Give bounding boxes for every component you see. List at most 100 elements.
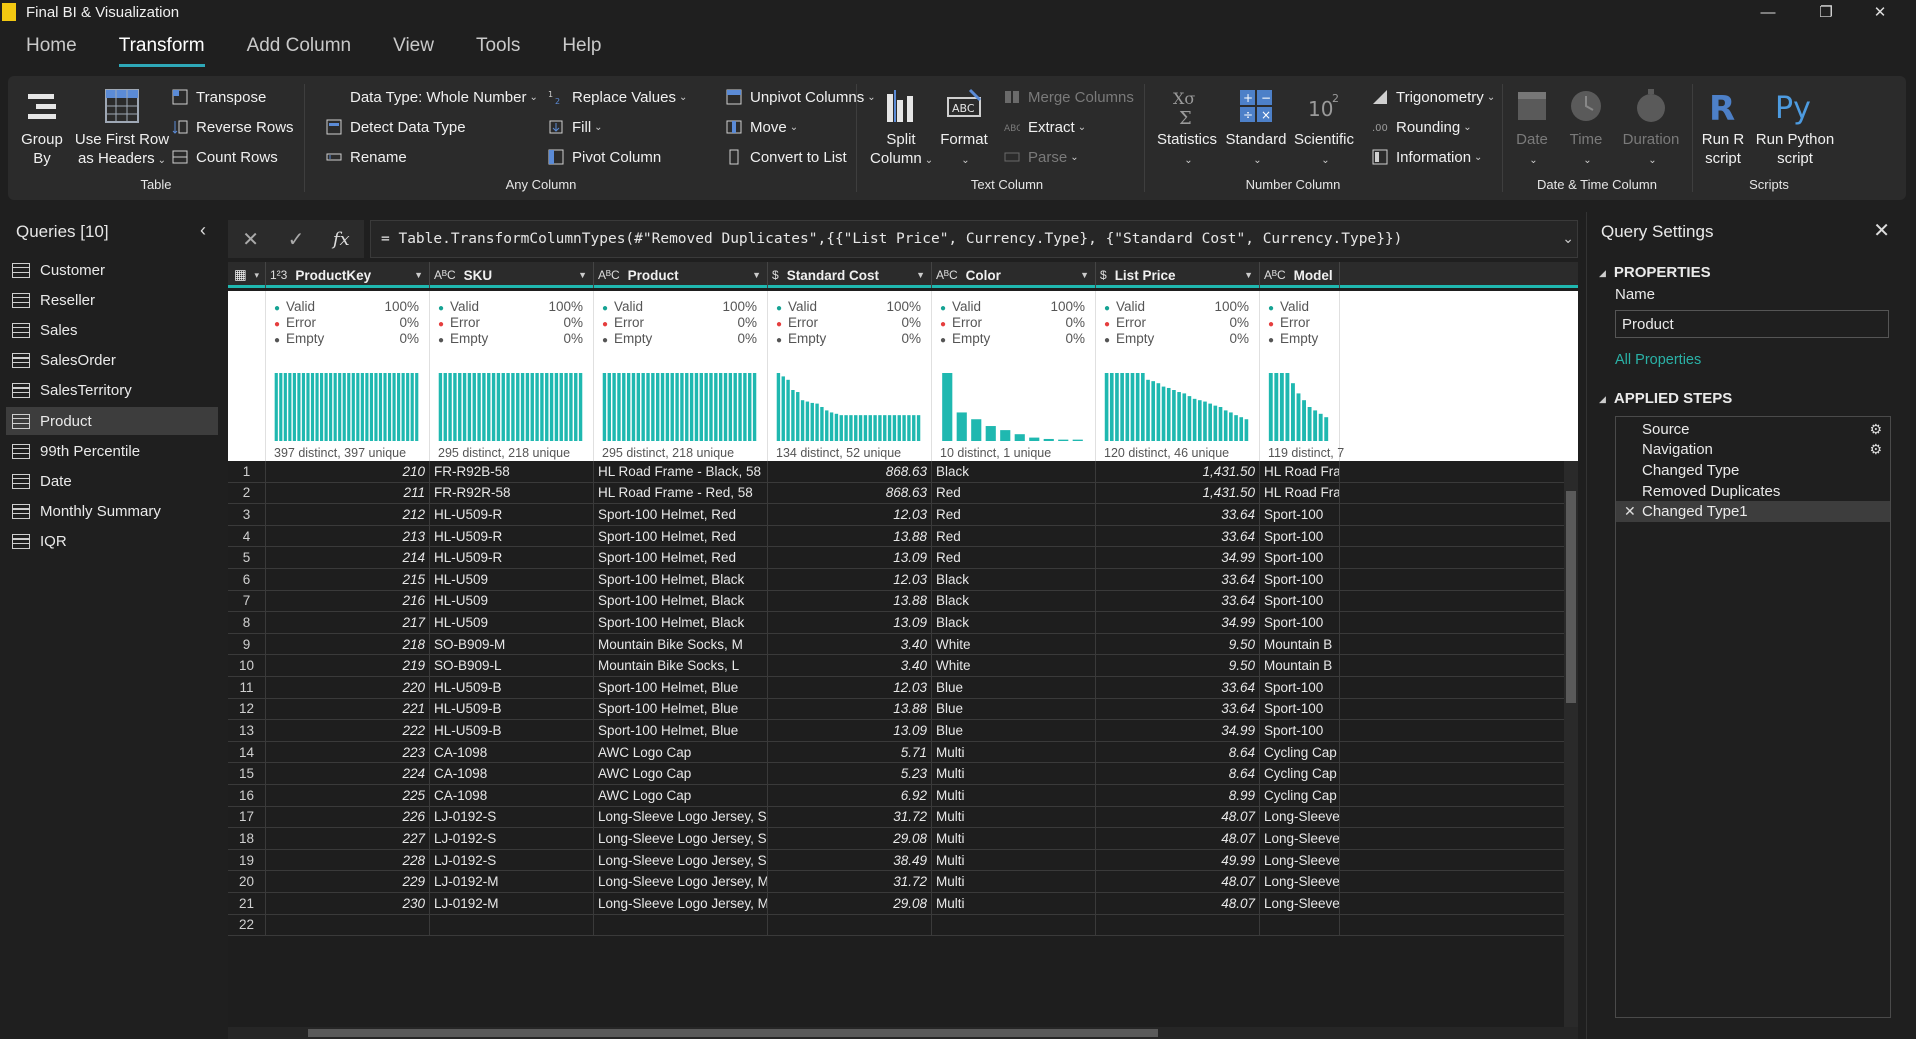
table-cell[interactable]: Sport-100 Helmet, Blue	[594, 677, 768, 698]
count-rows-button[interactable]: Count Rows	[172, 146, 278, 168]
table-cell[interactable]: 216	[266, 590, 430, 612]
table-cell[interactable]: 33.64	[1096, 569, 1260, 590]
table-cell[interactable]: CA-1098	[430, 763, 594, 784]
table-cell[interactable]: Red	[932, 525, 1096, 547]
table-cell[interactable]: 31.72	[768, 871, 932, 892]
table-cell[interactable]: Multi	[932, 741, 1096, 763]
query-item[interactable]: Customer	[6, 256, 218, 284]
table-cell[interactable]: 213	[266, 525, 430, 547]
query-item[interactable]: 99th Percentile	[6, 437, 218, 465]
table-cell[interactable]: 13.88	[768, 698, 932, 720]
table-cell[interactable]: 13.88	[768, 590, 932, 612]
horizontal-scrollbar[interactable]	[228, 1027, 1578, 1039]
table-row[interactable]: 5 214 HL-U509-R Sport-100 Helmet, Red 13.09 R…	[228, 547, 1578, 569]
table-cell[interactable]: 221	[266, 698, 430, 720]
column-filter-icon[interactable]: ▼	[1244, 270, 1253, 280]
table-cell[interactable]: Red	[932, 482, 1096, 504]
table-cell[interactable]: 48.07	[1096, 828, 1260, 849]
table-cell[interactable]: FR-R92R-58	[430, 482, 594, 504]
table-cell[interactable]: Long-Sleeve Logo Jersey, M	[594, 893, 768, 914]
convert-to-list-button[interactable]: Convert to List	[726, 146, 847, 168]
table-row[interactable]: 11 220 HL-U509-B Sport-100 Helmet, Blue 12.0…	[228, 677, 1578, 699]
table-cell[interactable]: Sport-100	[1260, 677, 1340, 698]
applied-step[interactable]: Source ⚙	[1616, 419, 1890, 440]
statistics-button[interactable]: Xσ Σ Statistics ⌄	[1154, 86, 1220, 170]
table-cell[interactable]: Black	[932, 590, 1096, 612]
column-header[interactable]: $ Standard Cost ▼	[768, 262, 932, 288]
table-cell[interactable]: Mountain Bike Socks, M	[594, 633, 768, 655]
table-cell[interactable]: SO-B909-L	[430, 655, 594, 676]
table-cell[interactable]: AWC Logo Cap	[594, 785, 768, 806]
scientific-button[interactable]: 10 2 Scientific ⌄	[1292, 86, 1356, 170]
format-button[interactable]: ABC Format ⌄	[936, 86, 992, 170]
table-cell[interactable]: Multi	[932, 763, 1096, 784]
tab-home[interactable]: Home	[26, 35, 77, 61]
table-cell[interactable]: LJ-0192-M	[430, 893, 594, 914]
table-cell[interactable]: Sport-100 Helmet, Black	[594, 569, 768, 590]
table-cell[interactable]: HL-U509-R	[430, 547, 594, 568]
table-cell[interactable]: 6.92	[768, 785, 932, 806]
use-first-row-button[interactable]: Use First Row as Headers ⌄	[70, 86, 174, 170]
table-cell[interactable]: 34.99	[1096, 720, 1260, 741]
table-cell[interactable]: Sport-100	[1260, 720, 1340, 741]
table-cell[interactable]: 8.64	[1096, 763, 1260, 784]
query-item[interactable]: Monthly Summary	[6, 498, 218, 526]
rename-button[interactable]: Rename	[326, 146, 407, 168]
table-cell[interactable]: 211	[266, 482, 430, 504]
table-cell[interactable]: Multi	[932, 785, 1096, 806]
table-cell[interactable]: 228	[266, 849, 430, 871]
table-cell[interactable]: 230	[266, 893, 430, 914]
rounding-button[interactable]: .00 Rounding ⌄	[1372, 116, 1472, 138]
table-row[interactable]: 12 221 HL-U509-B Sport-100 Helmet, Blue 13.8…	[228, 698, 1578, 721]
expand-formula-icon[interactable]: ⌄	[1562, 230, 1574, 247]
table-cell[interactable]: 5.71	[768, 741, 932, 763]
formula-input[interactable]: = Table.TransformColumnTypes(#"Removed D…	[370, 220, 1578, 258]
table-cell[interactable]: 5.23	[768, 763, 932, 784]
table-cell[interactable]: Blue	[932, 677, 1096, 698]
data-type-icon[interactable]: $	[772, 268, 779, 282]
column-header[interactable]: $ List Price ▼	[1096, 262, 1260, 288]
column-header[interactable]: AᴮC SKU ▼	[430, 262, 594, 288]
table-cell[interactable]: HL Road Frame - Red, 58	[594, 482, 768, 504]
query-item[interactable]: SalesTerritory	[6, 377, 218, 405]
table-cell[interactable]: 12.03	[768, 569, 932, 590]
table-cell[interactable]: 223	[266, 741, 430, 763]
minimize-button[interactable]: —	[1748, 0, 1788, 24]
run-python-script-button[interactable]: Py Run Python script	[1750, 86, 1840, 168]
table-cell[interactable]: 48.07	[1096, 806, 1260, 828]
applied-step[interactable]: ✕ Changed Type1	[1616, 501, 1890, 522]
table-cell[interactable]: Sport-100	[1260, 590, 1340, 612]
replace-values-button[interactable]: 12 Replace Values ⌄	[548, 86, 687, 108]
table-cell[interactable]: 868.63	[768, 461, 932, 482]
table-cell[interactable]: 214	[266, 547, 430, 568]
table-cell[interactable]: HL-U509-B	[430, 698, 594, 720]
table-row[interactable]: 1 210 FR-R92B-58 HL Road Frame - Black, 58 8…	[228, 461, 1578, 483]
trigonometry-button[interactable]: Trigonometry ⌄	[1372, 86, 1495, 108]
data-type-icon[interactable]: AᴮC	[598, 268, 620, 282]
merge-columns-button[interactable]: Merge Columns	[1004, 86, 1134, 108]
table-row[interactable]: 22	[228, 914, 1578, 937]
close-window-button[interactable]: ✕	[1860, 0, 1900, 24]
table-row[interactable]: 9 218 SO-B909-M Mountain Bike Socks, M 3.40 W…	[228, 633, 1578, 656]
table-cell[interactable]: LJ-0192-S	[430, 806, 594, 828]
close-icon[interactable]: ✕	[1873, 218, 1890, 243]
table-cell[interactable]: Blue	[932, 720, 1096, 741]
table-cell[interactable]: HL-U509	[430, 569, 594, 590]
table-cell[interactable]: Long-Sleeve	[1260, 806, 1340, 828]
table-cell[interactable]: 210	[266, 461, 430, 482]
table-cell[interactable]: 9.50	[1096, 633, 1260, 655]
table-cell[interactable]: 9.50	[1096, 655, 1260, 676]
table-cell[interactable]	[1260, 914, 1340, 936]
query-item[interactable]: IQR	[6, 528, 218, 556]
table-cell[interactable]: 34.99	[1096, 612, 1260, 633]
table-cell[interactable]: Sport-100 Helmet, Red	[594, 504, 768, 525]
table-cell[interactable]: Red	[932, 547, 1096, 568]
tab-help[interactable]: Help	[562, 35, 601, 61]
unpivot-columns-button[interactable]: Unpivot Columns ⌄	[726, 86, 876, 108]
table-cell[interactable]: Long-Sleeve	[1260, 828, 1340, 849]
table-cell[interactable]: 3.40	[768, 633, 932, 655]
column-filter-icon[interactable]: ▼	[752, 270, 761, 280]
table-cell[interactable]: 48.07	[1096, 871, 1260, 892]
tab-view[interactable]: View	[393, 35, 434, 61]
table-cell[interactable]: 218	[266, 633, 430, 655]
